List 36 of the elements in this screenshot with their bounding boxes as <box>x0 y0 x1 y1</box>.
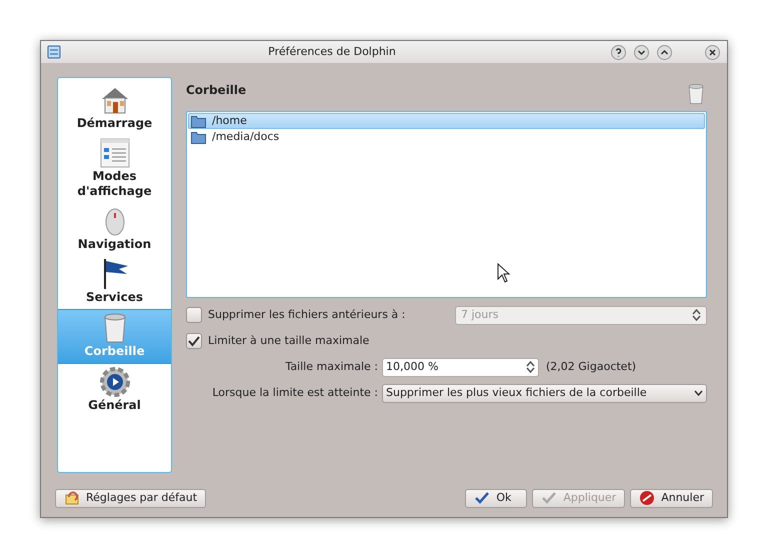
caret-icon <box>694 390 703 396</box>
spin-arrows-icon <box>526 361 535 373</box>
page-title: Corbeille <box>186 82 246 99</box>
checkbox[interactable] <box>186 333 202 349</box>
dialog-button[interactable]: Ok <box>465 488 528 508</box>
gear-icon <box>98 366 130 398</box>
close-icon[interactable] <box>705 44 720 60</box>
window-title: Préférences de Dolphin <box>267 44 397 60</box>
folder-item[interactable]: /home <box>188 113 705 129</box>
help-icon[interactable] <box>611 44 626 60</box>
checkbox[interactable] <box>186 307 202 323</box>
sidebar-item[interactable]: Modes d'affichage <box>58 135 171 203</box>
sidebar-item[interactable]: Général <box>58 364 171 417</box>
maximize-icon[interactable] <box>657 44 672 60</box>
dialog-button[interactable]: Réglages par défaut <box>55 488 206 508</box>
limit-action-dropdown[interactable]: Supprimer les plus vieux fichiers de la corbeille <box>382 384 707 402</box>
sidebar-item[interactable]: Services <box>58 256 171 309</box>
check-icon <box>474 490 490 506</box>
cancel-icon <box>639 490 656 506</box>
sidebar-item[interactable]: Navigation <box>58 203 171 256</box>
cursor-icon <box>497 263 510 283</box>
dialog-button[interactable]: Annuler <box>630 488 713 508</box>
folder-icon <box>191 114 206 128</box>
size-note: (2,02 Gigaoctet) <box>546 358 636 375</box>
list-view-icon <box>98 137 130 169</box>
option-label: Limiter à une taille maximale <box>208 332 370 349</box>
option-label: Supprimer les fichiers antérieurs à : <box>208 306 406 323</box>
sidebar-item[interactable]: Démarrage <box>58 82 171 135</box>
check-icon <box>541 490 558 506</box>
size-spinbox[interactable]: 10,000 % <box>382 358 539 376</box>
app-icon <box>47 45 61 59</box>
folder-item[interactable]: /media/docs <box>188 129 705 145</box>
spin-arrows-icon <box>692 309 701 321</box>
field-label: Lorsque la limite est atteinte : <box>211 384 379 401</box>
field-label: Taille maximale : <box>284 358 379 375</box>
minimize-icon[interactable] <box>634 44 649 60</box>
